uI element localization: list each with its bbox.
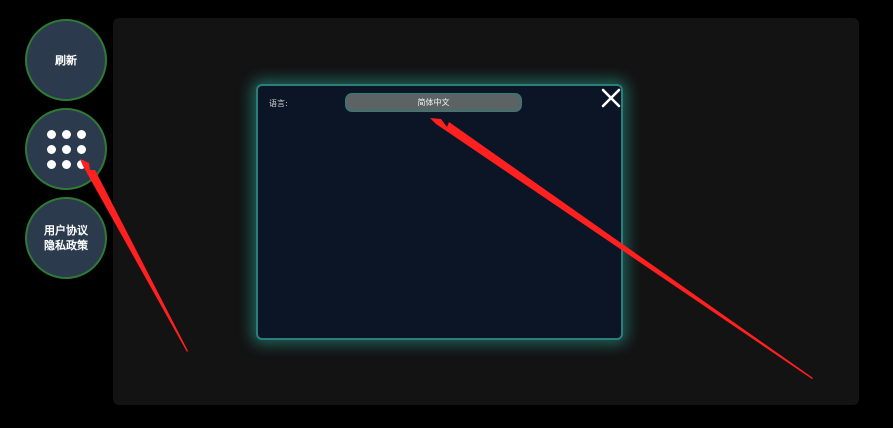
screen: 刷新 用户协议 隐私政策 语言: 简体中文 (0, 0, 893, 428)
dot (46, 159, 56, 169)
grid-dots-icon (46, 129, 86, 169)
refresh-button[interactable]: 刷新 (25, 19, 107, 101)
dot (61, 159, 71, 169)
language-label: 语言: (269, 99, 288, 108)
user-agreement-label: 用户协议 (44, 224, 88, 237)
user-agreement-privacy-button[interactable]: 用户协议 隐私政策 (25, 197, 107, 279)
dot (76, 144, 86, 154)
menu-button[interactable] (25, 108, 107, 190)
dot (61, 129, 71, 139)
dot (76, 159, 86, 169)
close-button[interactable] (599, 86, 623, 110)
settings-dialog: 语言: 简体中文 (256, 84, 623, 340)
language-select-value: 简体中文 (417, 98, 450, 107)
close-icon (601, 88, 621, 108)
dot (46, 129, 56, 139)
dot (61, 144, 71, 154)
privacy-policy-label: 隐私政策 (44, 239, 88, 252)
language-select[interactable]: 简体中文 (345, 93, 522, 112)
dot (46, 144, 56, 154)
refresh-label: 刷新 (55, 53, 77, 67)
dot (76, 129, 86, 139)
